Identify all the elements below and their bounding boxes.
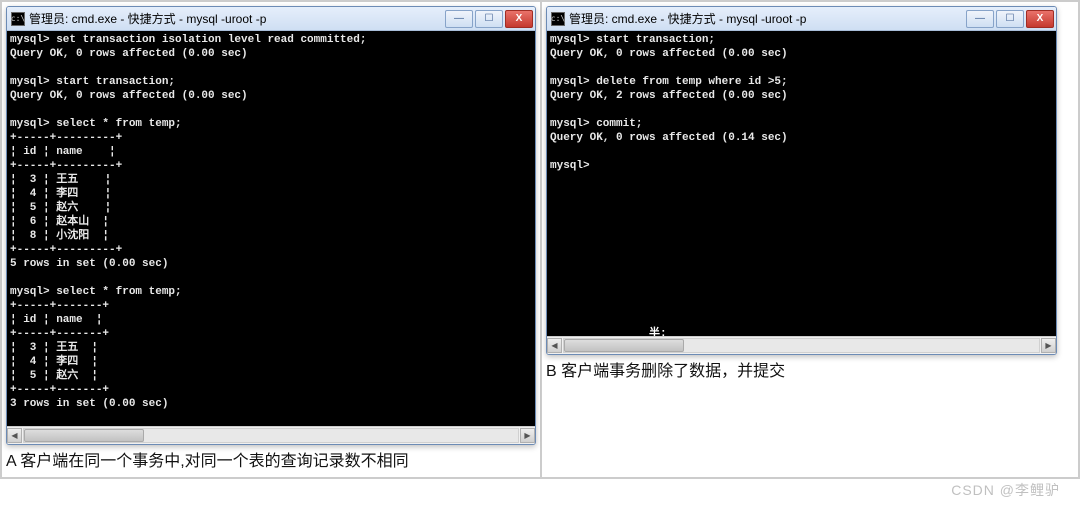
caption-b: B 客户端事务删除了数据，并提交 (546, 361, 1074, 383)
scroll-thumb[interactable] (24, 429, 144, 442)
scroll-right-button[interactable]: ▶ (1041, 338, 1056, 353)
terminal-text: mysql> set transaction isolation level r… (10, 34, 366, 426)
scroll-left-button[interactable]: ◀ (7, 428, 22, 443)
scroll-track[interactable] (23, 428, 519, 443)
panel-b: c:\ 管理员: cmd.exe - 快捷方式 - mysql -uroot -… (541, 1, 1079, 478)
horizontal-scrollbar[interactable]: ◀ ▶ (547, 336, 1056, 354)
cmd-window-b: c:\ 管理员: cmd.exe - 快捷方式 - mysql -uroot -… (546, 6, 1057, 355)
minimize-button[interactable]: — (445, 10, 473, 28)
scroll-track[interactable] (563, 338, 1040, 353)
window-buttons: — ☐ X (445, 10, 533, 28)
scroll-thumb[interactable] (564, 339, 684, 352)
terminal-output-b[interactable]: mysql> start transaction; Query OK, 0 ro… (547, 31, 1056, 336)
caption-a: A 客户端在同一个事务中,对同一个表的查询记录数不相同 (6, 451, 536, 473)
close-button[interactable]: X (1026, 10, 1054, 28)
minimize-button[interactable]: — (966, 10, 994, 28)
maximize-button[interactable]: ☐ (996, 10, 1024, 28)
maximize-button[interactable]: ☐ (475, 10, 503, 28)
cmd-icon: c:\ (551, 12, 565, 26)
terminal-output-a[interactable]: mysql> set transaction isolation level r… (7, 31, 535, 426)
comparison-table: c:\ 管理员: cmd.exe - 快捷方式 - mysql -uroot -… (0, 0, 1080, 479)
cmd-icon: c:\ (11, 12, 25, 26)
horizontal-scrollbar[interactable]: ◀ ▶ (7, 426, 535, 444)
panel-a: c:\ 管理员: cmd.exe - 快捷方式 - mysql -uroot -… (1, 1, 541, 478)
terminal-text: mysql> start transaction; Query OK, 0 ro… (550, 34, 788, 172)
titlebar-b[interactable]: c:\ 管理员: cmd.exe - 快捷方式 - mysql -uroot -… (547, 7, 1056, 31)
title-text: 管理员: cmd.exe - 快捷方式 - mysql -uroot -p (29, 10, 445, 27)
window-buttons: — ☐ X (966, 10, 1054, 28)
scroll-right-button[interactable]: ▶ (520, 428, 535, 443)
watermark: CSDN @李鲤驴 (951, 480, 1060, 500)
title-text: 管理员: cmd.exe - 快捷方式 - mysql -uroot -p (569, 10, 966, 27)
close-button[interactable]: X (505, 10, 533, 28)
scroll-left-button[interactable]: ◀ (547, 338, 562, 353)
titlebar-a[interactable]: c:\ 管理员: cmd.exe - 快捷方式 - mysql -uroot -… (7, 7, 535, 31)
cmd-window-a: c:\ 管理员: cmd.exe - 快捷方式 - mysql -uroot -… (6, 6, 536, 445)
ime-indicator: 半: (649, 328, 667, 336)
